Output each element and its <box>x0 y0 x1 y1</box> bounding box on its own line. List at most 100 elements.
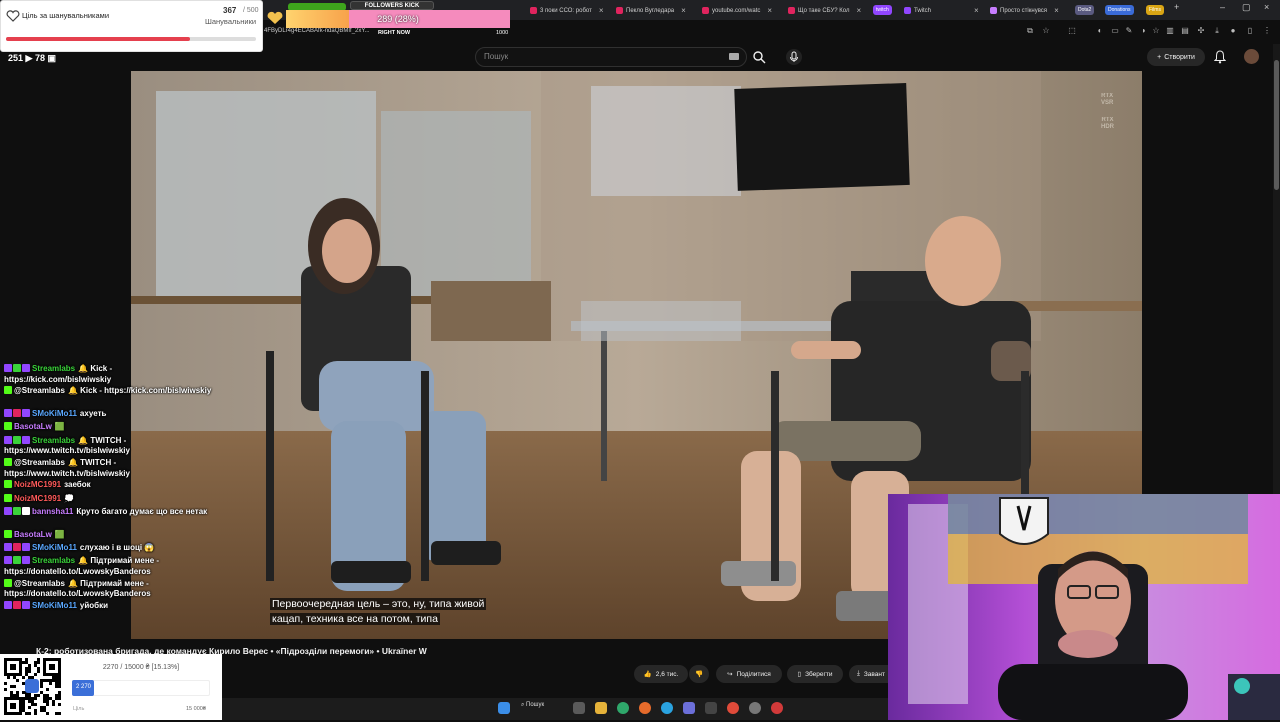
bookmark-pill[interactable]: twitch <box>873 5 892 15</box>
chat-username[interactable]: NoizMC1991 <box>14 480 61 489</box>
windows-start-icon[interactable] <box>498 702 510 714</box>
chat-badge-icon <box>22 556 30 565</box>
bookmark-pill[interactable]: Dota2 <box>1075 5 1095 15</box>
avatar[interactable] <box>1244 49 1259 64</box>
browser-tab[interactable]: 3 поки ССО: робот × <box>530 3 610 18</box>
task-view-icon[interactable] <box>573 702 585 714</box>
create-button[interactable]: + Створити <box>1147 48 1205 66</box>
new-tab-icon[interactable]: + <box>1174 2 1179 12</box>
microphone-icon[interactable] <box>786 49 802 65</box>
dislike-button[interactable]: 👎 <box>689 665 709 683</box>
taskbar-search-label: Пошук <box>526 702 545 708</box>
maximize-icon[interactable]: ▢ <box>1242 2 1251 13</box>
sidebar-icon[interactable]: ▯ <box>1245 26 1255 36</box>
chat-username[interactable]: BasotaLw <box>14 530 52 539</box>
close-window-icon[interactable]: × <box>1264 2 1269 12</box>
rtx-hdr-line: HDR <box>1101 124 1114 130</box>
edge-icon[interactable] <box>617 702 629 714</box>
chat-username[interactable]: bannsha11 <box>32 507 73 516</box>
settings-gear-icon[interactable] <box>749 702 761 714</box>
minimize-icon[interactable]: – <box>1220 2 1225 12</box>
extension-icon[interactable]: ✎ <box>1124 26 1134 36</box>
taskbar-search[interactable]: ⌕ Пошук <box>521 702 544 709</box>
browser-tab[interactable]: Просто стікнувся × <box>990 3 1070 18</box>
keyboard-icon[interactable] <box>729 53 739 60</box>
install-icon[interactable]: ⧉ <box>1025 26 1035 36</box>
obs-icon[interactable] <box>771 702 783 714</box>
goal-total: / 500 <box>243 7 259 14</box>
extension-icon[interactable]: ▤ <box>1180 26 1190 36</box>
menu-icon[interactable]: ⋮ <box>1262 26 1272 36</box>
search-input[interactable] <box>475 47 747 67</box>
close-tab-icon[interactable]: × <box>681 6 686 15</box>
close-tab-icon[interactable]: × <box>974 6 979 15</box>
puzzle-icon[interactable]: ✣ <box>1196 26 1206 36</box>
browser-tab[interactable]: Що таке СБУ? Кол × <box>788 3 868 18</box>
extensions-icon[interactable]: ⬚ <box>1067 26 1077 36</box>
goal-progress-fill <box>6 37 190 41</box>
chrome-icon[interactable] <box>727 702 739 714</box>
firefox-icon[interactable] <box>639 702 651 714</box>
youtube-favicon-icon <box>788 7 795 14</box>
save-button[interactable]: ▯ Зберегти <box>787 665 843 683</box>
chat-text: Круто багато думає що все нетак <box>76 507 208 517</box>
chat-username[interactable]: Streamlabs <box>32 364 75 373</box>
extension-icon[interactable]: ☆ <box>1151 26 1161 36</box>
close-tab-icon[interactable]: × <box>599 6 604 15</box>
bookmark-star-icon[interactable]: ☆ <box>1041 26 1051 36</box>
chat-username[interactable]: SMoKiMo11 <box>32 601 77 610</box>
close-tab-icon[interactable]: × <box>857 6 862 15</box>
app-icon[interactable] <box>683 702 695 714</box>
like-button[interactable]: 👍 2,6 тис. <box>634 665 688 683</box>
chat-badge-icon <box>22 435 30 444</box>
windows-taskbar <box>220 698 890 720</box>
chat-badge-icon <box>13 556 21 565</box>
profile-icon[interactable]: ● <box>1228 26 1238 36</box>
chat-username[interactable]: SMoKiMo11 <box>32 409 77 418</box>
extension-icon[interactable]: ▭ <box>1110 26 1120 36</box>
file-explorer-icon[interactable] <box>595 702 607 714</box>
extension-icon[interactable]: ◐ <box>1095 26 1105 36</box>
share-button[interactable]: ↪ Поділитися <box>716 665 782 683</box>
donation-fill-label: 2 270 <box>76 684 92 690</box>
save-label: Зберегти <box>805 670 833 678</box>
goal-current: 367 <box>223 6 237 15</box>
notifications-bell-icon[interactable] <box>1213 50 1227 64</box>
download-button[interactable]: ⤓ Завант <box>849 665 893 683</box>
chat-username[interactable]: NoizMC1991 <box>14 494 61 503</box>
chat-username[interactable]: @Streamlabs <box>14 579 65 588</box>
chat-badge-icon <box>22 408 30 417</box>
bookmark-pill[interactable]: Films <box>1146 5 1164 15</box>
chat-username[interactable]: @Streamlabs <box>14 386 65 395</box>
browser-tab[interactable]: Twitch × <box>904 3 984 18</box>
chat-badge-icon <box>4 578 12 587</box>
bookmark-pill[interactable]: Donations <box>1105 5 1134 15</box>
qr-code-graphic <box>4 658 61 715</box>
pill-label: twitch <box>876 7 889 13</box>
download-icon[interactable]: ⤓ <box>1212 26 1222 36</box>
chat-message: @Streamlabs 🔔 Підтримай мене - https://do… <box>4 578 218 600</box>
kick-goal-label: FOLLOWERS KICK <box>350 1 434 10</box>
extension-icon[interactable]: ◑ <box>1138 26 1148 36</box>
download-label: Завант <box>863 670 885 678</box>
app-icon[interactable] <box>705 702 717 714</box>
search-icon[interactable] <box>752 50 766 64</box>
trash-icon[interactable]: ▥ <box>1165 26 1175 36</box>
chat-badge-icon <box>4 543 12 551</box>
close-tab-icon[interactable]: × <box>1054 6 1059 15</box>
chat-username[interactable]: @Streamlabs <box>14 458 65 467</box>
chat-username[interactable]: Streamlabs <box>32 556 75 565</box>
url-text[interactable]: 4FByDLr4g4ECABAfk-ndaQBMIf_2xY... <box>264 28 370 34</box>
chat-username[interactable]: BasotaLw <box>14 422 52 431</box>
browser-tab[interactable]: youtube.com/watc × <box>702 3 788 18</box>
chat-username[interactable]: SMoKiMo11 <box>32 543 77 552</box>
chat-username[interactable]: Streamlabs <box>32 436 75 445</box>
rtx-hdr-line: RTX <box>1101 117 1114 123</box>
scrollbar-thumb[interactable] <box>1274 60 1279 190</box>
close-tab-icon[interactable]: × <box>767 6 772 15</box>
browser-tab[interactable]: Пекло Вугледара × <box>616 3 696 18</box>
telegram-icon[interactable] <box>661 702 673 714</box>
search-placeholder: Пошук <box>484 52 509 61</box>
chat-badges <box>4 556 30 565</box>
twitch-favicon-icon <box>904 7 911 14</box>
